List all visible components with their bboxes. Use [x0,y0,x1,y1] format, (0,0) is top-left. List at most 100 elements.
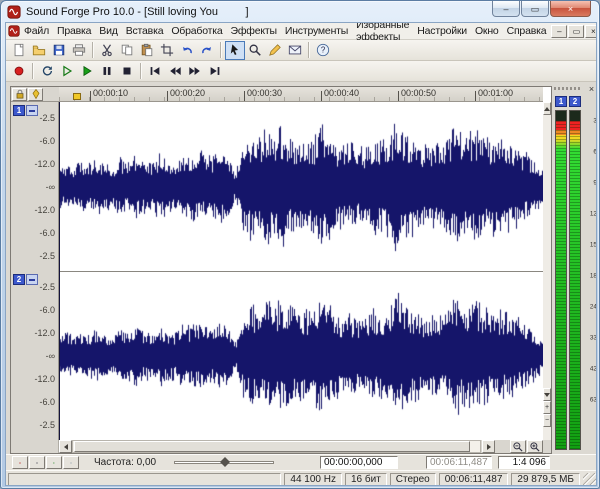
scroll-down-button[interactable] [543,388,551,401]
resize-grip[interactable] [583,473,596,486]
status-channel-mode: Стерео [390,473,436,486]
channel-1-waveform[interactable] [59,102,543,271]
menu-11[interactable]: Справка [503,24,551,38]
minimize-button[interactable]: – [492,1,520,17]
go-to-start-button[interactable] [145,62,165,81]
channel-separator[interactable] [59,271,543,272]
trim-crop-button[interactable] [157,41,177,60]
status-free-space: 29 879,5 МБ [511,473,580,486]
lock-markers-button[interactable] [12,88,27,101]
stop-button-small[interactable] [29,456,45,469]
playback-cursor [59,102,60,440]
scroll-left-button[interactable] [59,440,72,453]
menu-9[interactable]: Настройки [413,24,471,38]
plus-icon [70,458,72,468]
document-icon[interactable] [8,25,20,37]
pause-button[interactable] [97,62,117,81]
title-bar[interactable]: Sound Forge Pro 10.0 - [Still loving You… [1,1,599,22]
zoom-out-button[interactable] [510,440,526,453]
play-icon [80,64,94,78]
play-button[interactable] [77,62,97,81]
maximize-button[interactable]: ▭ [521,1,549,17]
zoom-in-button[interactable] [527,440,543,453]
selection-length-display[interactable]: 00:06:11,487 [426,456,492,469]
redo-button[interactable] [197,41,217,60]
ruler-corner [11,87,59,102]
envelope-tool-button[interactable] [285,41,305,60]
menu-1[interactable]: Файл [20,24,53,38]
status-bar: 44 100 Hz 16 бит Стерео 00:06:11,487 29 … [6,470,597,486]
mdi-minimize-button[interactable]: – [551,25,567,38]
copy-button[interactable] [117,41,137,60]
menu-4[interactable]: Вставка [122,24,168,38]
folder-icon [32,43,46,57]
meter-scale-label: 15 [586,241,597,248]
db-scale-label: -6.0 [11,136,55,146]
meter-scale: 36912151824334263 [583,110,597,450]
vertical-scrollbar[interactable]: + − [543,102,551,440]
time-ruler[interactable]: 00:00:1000:00:2000:00:3000:00:4000:00:50… [59,87,543,102]
ruler-minor-ticks [59,97,543,101]
dock-grip[interactable] [554,87,582,90]
save-button[interactable] [49,41,69,60]
cursor-marker[interactable] [73,93,81,100]
scrollbar-track[interactable] [72,440,481,453]
menu-bar: ФайлПравкаВидВставкаОбработкаЭффектыИнст… [6,23,597,40]
record-button-small[interactable] [12,456,28,469]
menu-3[interactable]: Вид [95,24,121,38]
scrub-button-small[interactable] [63,456,79,469]
zoom-in-vertical-button[interactable]: + [543,401,551,414]
forward-button[interactable] [185,62,205,81]
close-button[interactable]: × [550,1,591,17]
go-to-end-button[interactable] [205,62,225,81]
edit-tool-button[interactable] [225,41,245,60]
toolbar-separator [220,42,222,58]
mdi-close-button[interactable]: × [585,25,597,38]
rate-slider-handle[interactable] [215,457,235,467]
play-button-small[interactable] [46,456,62,469]
menu-5[interactable]: Обработка [167,24,226,38]
scrollbar-corner [543,440,551,453]
channel-2-waveform[interactable] [59,271,543,440]
cut-button[interactable] [97,41,117,60]
meter-channel-1-label: 1 [555,96,567,107]
zoom-out-vertical-button[interactable]: − [543,414,551,427]
loop-playback-button[interactable] [37,62,57,81]
scroll-up-button[interactable] [543,102,551,115]
print-button[interactable] [69,41,89,60]
meter-channel-2-label: 2 [569,96,581,107]
new-file-button[interactable] [9,41,29,60]
meter-scale-label: 6 [586,148,597,155]
play-all-button[interactable] [57,62,77,81]
meters-close-button[interactable]: × [586,84,597,94]
db-scale-label: -∞ [11,182,55,192]
menu-10[interactable]: Окно [471,24,503,38]
menu-7[interactable]: Инструменты [281,24,352,38]
mdi-restore-button[interactable]: ▭ [568,25,584,38]
help-button[interactable]: ? [313,41,333,60]
stop-button[interactable] [117,62,137,81]
paste-icon [140,43,154,57]
paste-button[interactable] [137,41,157,60]
status-sample-rate: 44 100 Hz [284,473,342,486]
marker-tool-button[interactable] [28,88,43,101]
menu-6[interactable]: Эффекты [227,24,281,38]
record-button[interactable] [9,62,29,81]
playbar: Частота: 0,00 00:00:00,000 00:06:11,487 … [6,454,597,470]
playback-rate-slider[interactable] [174,461,274,464]
zoom-ratio-display[interactable]: 1:4 096 [498,456,550,469]
magnify-tool-button[interactable] [245,41,265,60]
scroll-right-button[interactable] [482,440,495,453]
zoom-controls [510,440,544,453]
db-scale-label: -2.5 [11,113,55,123]
pencil-tool-button[interactable] [265,41,285,60]
menu-2[interactable]: Правка [53,24,95,38]
loop-icon [40,64,54,78]
open-file-button[interactable] [29,41,49,60]
rewind-button[interactable] [165,62,185,81]
cursor-position-display[interactable]: 00:00:00,000 [320,456,398,469]
undo-button[interactable] [177,41,197,60]
horizontal-scrollbar[interactable] [11,440,551,453]
scrollbar-thumb[interactable] [74,441,470,452]
meter-scale-label: 3 [586,117,597,124]
